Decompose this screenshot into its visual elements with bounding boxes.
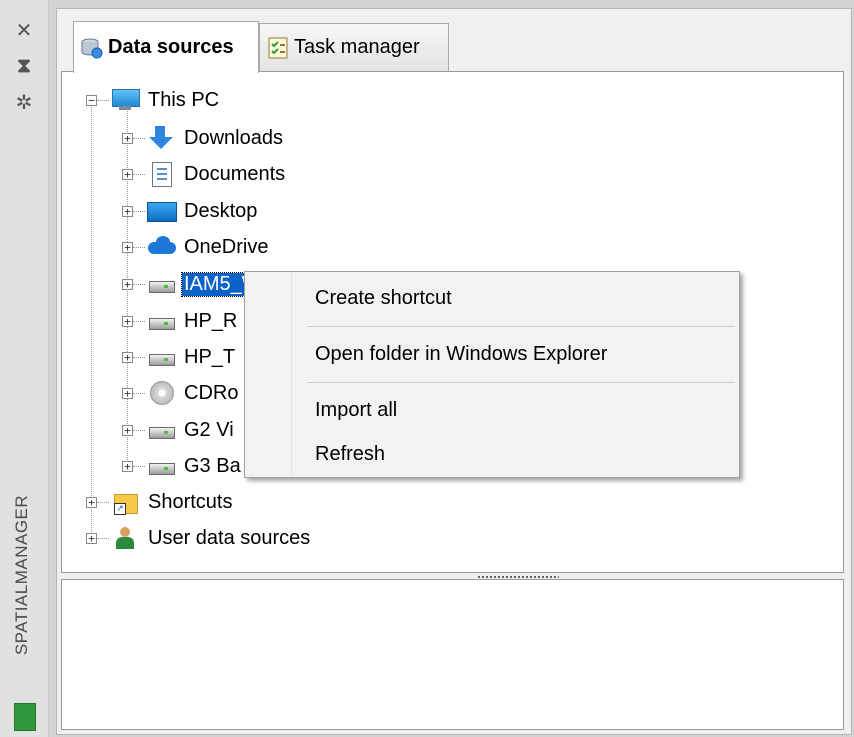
expand-toggle[interactable]: + [122,133,133,144]
expand-toggle[interactable]: + [122,425,133,436]
tab-data-sources[interactable]: Data sources [73,21,259,73]
menu-separator [307,326,735,327]
spatial-manager-app-icon[interactable] [14,703,36,731]
expand-toggle[interactable]: + [122,279,133,290]
menu-item-label: Create shortcut [315,286,452,309]
tree-node-label: Shortcuts [148,490,233,513]
close-icon[interactable]: ✕ [14,20,34,42]
tree-node-documents[interactable]: Documents [146,160,287,188]
tree-node-label: Documents [184,162,286,185]
tree-node-label: HP_R [184,309,238,332]
expand-toggle[interactable]: + [122,169,133,180]
expand-toggle[interactable]: + [122,316,133,327]
tree-node-label: This PC [148,88,220,111]
side-toolbar: ✕ ⧗ ✲ SPATIALMANAGER [0,0,49,737]
tree-node-label: Downloads [184,126,283,149]
expand-toggle[interactable]: + [122,242,133,253]
menu-item-refresh[interactable]: Refresh [247,436,737,472]
tree-node-this-pc[interactable]: This PC [110,86,221,114]
tab-task-manager[interactable]: Task manager [259,23,449,71]
tree-node-label: Desktop [184,199,258,222]
tree-line [133,321,145,322]
tree-line [133,211,145,212]
tree-line [133,284,145,285]
palette-title-text: SPATIALMANAGER [12,494,32,656]
pin-icon[interactable]: ⧗ [14,55,34,77]
drive-icon [146,453,176,479]
tree-line [97,100,109,101]
menu-item-open-folder-explorer[interactable]: Open folder in Windows Explorer [247,336,737,372]
download-arrow-icon [146,125,176,151]
context-menu: Create shortcut Open folder in Windows E… [244,271,740,478]
tree-line [97,538,109,539]
menu-item-label: Refresh [315,442,386,465]
tree-node-shortcuts[interactable]: ↗ Shortcuts [110,488,234,516]
tree-line [133,466,145,467]
tree-node-label: OneDrive [184,235,269,258]
details-pane [61,579,844,730]
tree-line [133,247,145,248]
tree-node-desktop[interactable]: Desktop [146,197,259,225]
drive-icon [146,344,176,370]
menu-item-import-all[interactable]: Import all [247,392,737,428]
expand-toggle[interactable]: + [122,352,133,363]
tree-node-g2[interactable]: G2 Vi [146,416,236,444]
tree-node-cd-rom[interactable]: CDRo [146,379,240,407]
tree-node-label: CDRo [184,381,239,404]
menu-item-label: Open folder in Windows Explorer [315,342,608,365]
cloud-icon [146,234,176,260]
menu-item-label: Import all [315,398,398,421]
tree-node-onedrive[interactable]: OneDrive [146,233,270,261]
expand-toggle[interactable]: + [86,533,97,544]
tree-node-hp-t[interactable]: HP_T [146,343,237,371]
tree-line [133,138,145,139]
settings-icon[interactable]: ✲ [14,92,34,114]
tree-line [133,174,145,175]
document-icon [146,161,176,187]
tree-node-user-data-sources[interactable]: User data sources [110,524,312,552]
tree-line [133,393,145,394]
drive-icon [146,271,176,297]
menu-separator [307,382,735,383]
tree-node-label: G3 Ba [184,454,241,477]
tab-task-manager-label: Task manager [294,36,420,58]
tree-line [133,430,145,431]
desktop-icon [146,198,177,224]
shortcut-folder-icon: ↗ [110,489,140,515]
checklist-icon [266,36,290,60]
tree-node-g3[interactable]: G3 Ba [146,452,243,480]
tree-node-label: HP_T [184,345,236,368]
tree-line [97,502,109,503]
tree-node-downloads[interactable]: Downloads [146,124,285,152]
expand-toggle[interactable]: + [122,206,133,217]
menu-item-create-shortcut[interactable]: Create shortcut [247,280,737,316]
cd-icon [146,380,176,406]
drive-icon [146,417,176,443]
tree-node-label: G2 Vi [184,418,234,441]
user-icon [110,525,140,551]
database-icon [80,36,104,60]
expand-toggle[interactable]: + [122,461,133,472]
expand-toggle[interactable]: + [122,388,133,399]
drive-icon [146,308,176,334]
tab-data-sources-label: Data sources [108,36,234,58]
tree-node-label: User data sources [148,526,311,549]
palette-title: SPATIALMANAGER [2,470,42,680]
tree-line [133,357,145,358]
monitor-icon [110,87,140,113]
tree-line [91,100,92,536]
tree-node-hp-r[interactable]: HP_R [146,307,239,335]
collapse-toggle[interactable]: − [86,95,97,106]
expand-toggle[interactable]: + [86,497,97,508]
